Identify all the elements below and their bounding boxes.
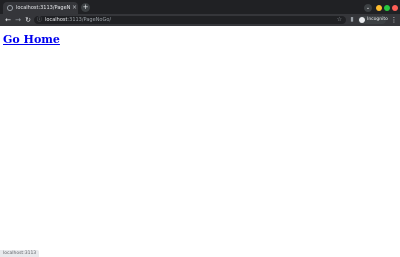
maximize-button[interactable] — [384, 5, 390, 11]
tab-title: localhost:3113/PageNoGo/ — [16, 5, 70, 11]
active-tab[interactable]: localhost:3113/PageNoGo/ × — [3, 2, 78, 14]
profile-label: Incognito — [367, 17, 388, 22]
bookmark-star-icon[interactable]: ☆ — [337, 16, 342, 24]
globe-icon — [7, 5, 13, 11]
address-host: localhost — [45, 17, 68, 23]
go-home-link[interactable]: Go Home — [3, 33, 60, 46]
incognito-icon — [359, 17, 365, 23]
incognito-profile-button[interactable]: Incognito — [358, 16, 388, 24]
menu-icon[interactable]: ⋮ — [389, 15, 399, 25]
reload-button[interactable]: ↻ — [23, 15, 33, 25]
status-bar-url: localhost:3113 — [0, 250, 40, 257]
minimize-button[interactable] — [376, 5, 382, 11]
address-bar[interactable]: ⓘ localhost:3113/PageNoGo/ ☆ — [34, 16, 346, 24]
back-button[interactable]: ← — [3, 15, 13, 25]
new-tab-button[interactable]: + — [81, 3, 90, 12]
address-url[interactable]: localhost:3113/PageNoGo/ — [45, 16, 111, 24]
browser-toolbar: ← → ↻ ⓘ localhost:3113/PageNoGo/ ☆ ▮ Inc… — [0, 14, 400, 26]
side-panel-icon[interactable]: ▮ — [347, 15, 357, 25]
tab-search-button[interactable]: ⌄ — [364, 4, 372, 12]
forward-button[interactable]: → — [13, 15, 23, 25]
site-info-icon[interactable]: ⓘ — [37, 16, 42, 24]
address-path: :3113/PageNoGo/ — [67, 17, 112, 23]
page-content: Go Home — [0, 26, 400, 257]
browser-chrome: localhost:3113/PageNoGo/ × + ⌄ ← → ↻ ⓘ l… — [0, 0, 400, 26]
tab-close-icon[interactable]: × — [72, 4, 77, 12]
tab-strip: localhost:3113/PageNoGo/ × + ⌄ — [0, 0, 400, 14]
close-window-button[interactable] — [392, 5, 398, 11]
